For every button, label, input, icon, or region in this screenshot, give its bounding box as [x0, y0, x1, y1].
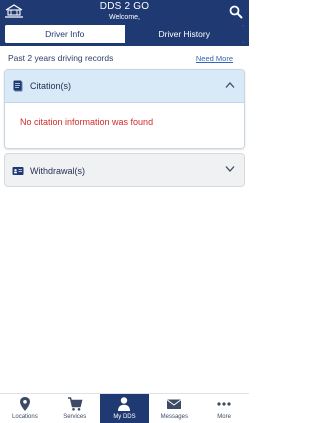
app-title: DDS 2 GO [99, 1, 150, 12]
withdrawal-panel: Withdrawal(s) [4, 153, 245, 187]
more-dots-icon [217, 402, 231, 406]
chevron-down-icon[interactable] [225, 165, 235, 173]
withdrawal-panel-header[interactable]: Withdrawal(s) [5, 154, 244, 186]
records-label: Past 2 years driving records [8, 53, 114, 63]
document-icon [13, 80, 23, 92]
nav-item-locations[interactable]: Locations [0, 394, 50, 423]
bottom-nav: Locations Services My DDS Messages More [0, 393, 249, 423]
nav-label-messages: Messages [160, 414, 188, 420]
no-citation-message: No citation information was found [20, 117, 154, 127]
citation-title: Citation(s) [30, 81, 72, 91]
nav-item-services[interactable]: Services [50, 394, 100, 423]
app-header: DDS 2 GO Welcome, Driver Info Driver His… [0, 0, 249, 46]
nav-label-locations: Locations [12, 414, 38, 420]
id-card-icon [12, 166, 24, 175]
citation-panel-header[interactable]: Citation(s) [5, 70, 244, 103]
driver-tabs: Driver Info Driver History [4, 24, 245, 44]
search-icon[interactable] [229, 5, 243, 19]
person-icon [118, 397, 131, 411]
need-more-link[interactable]: Need More [196, 54, 233, 63]
chevron-up-icon[interactable] [225, 81, 235, 89]
nav-label-services: Services [63, 414, 87, 420]
tab-driver-info[interactable]: Driver Info [5, 25, 125, 43]
envelope-icon [167, 399, 182, 409]
nav-label-more: More [217, 414, 231, 420]
nav-item-my-dds[interactable]: My DDS [99, 394, 150, 423]
withdrawal-title: Withdrawal(s) [30, 165, 86, 176]
records-row: Past 2 years driving records Need More [8, 52, 233, 66]
citation-panel: Citation(s) No citation information was … [4, 69, 245, 149]
nav-item-more[interactable]: More [199, 394, 249, 423]
welcome-text: Welcome, [109, 14, 140, 21]
cart-icon [67, 397, 83, 411]
tab-driver-history[interactable]: Driver History [124, 25, 244, 43]
citation-panel-body: No citation information was found [5, 103, 244, 148]
nav-label-my-dds: My DDS [113, 414, 136, 420]
location-pin-icon [19, 397, 30, 411]
nav-item-messages[interactable]: Messages [149, 394, 199, 423]
